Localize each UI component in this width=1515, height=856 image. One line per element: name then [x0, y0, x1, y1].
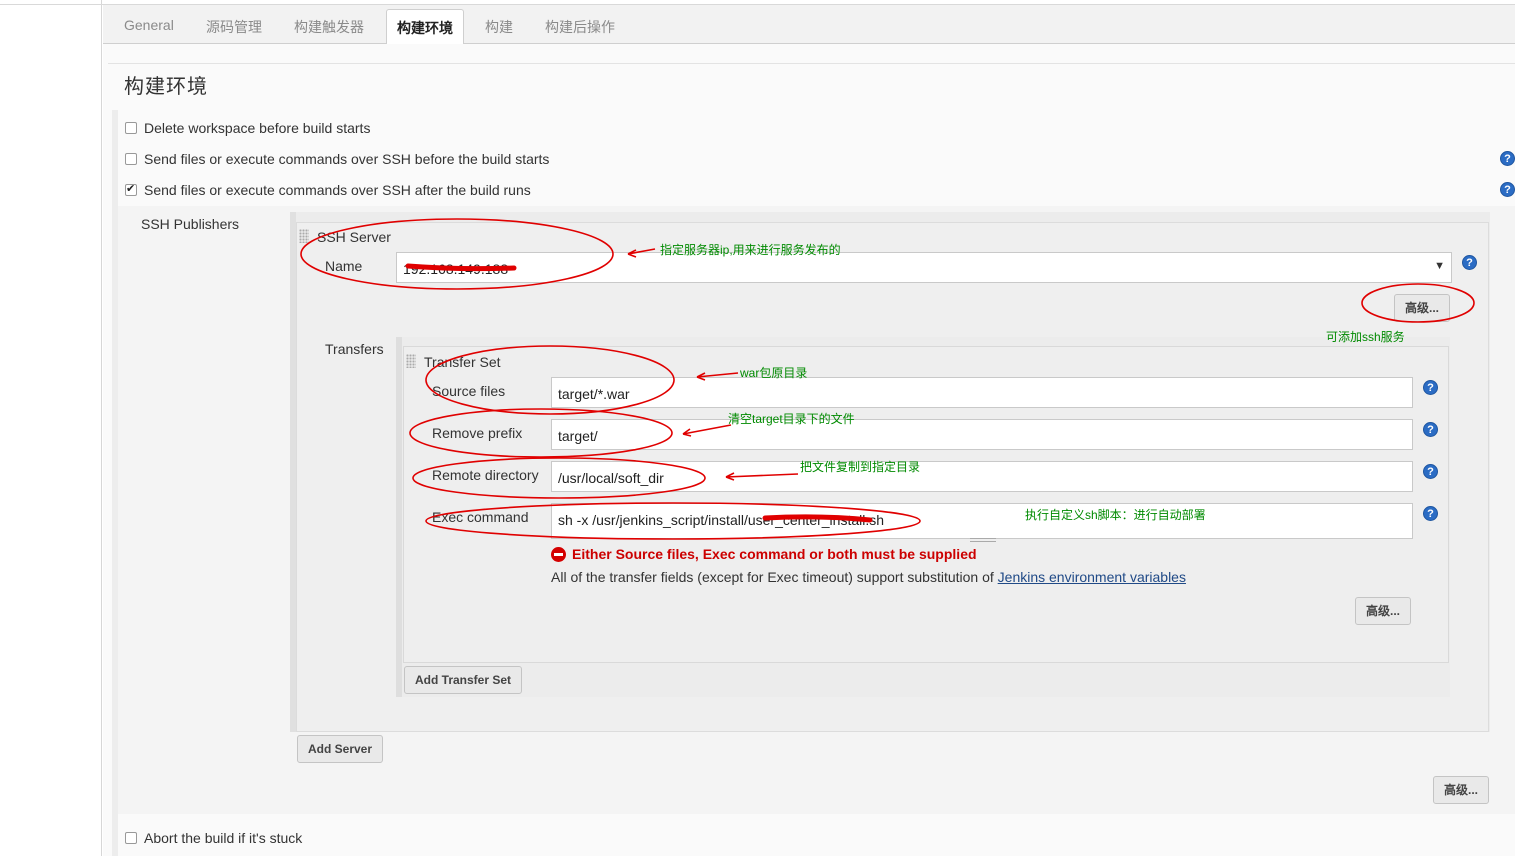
option-delete-workspace[interactable]: Delete workspace before build starts — [125, 120, 370, 136]
exec-command-help-icon[interactable]: ? — [1423, 506, 1438, 521]
remote-directory-help-icon[interactable]: ? — [1423, 464, 1438, 479]
ssh-server-heading: SSH Server — [317, 229, 391, 245]
remove-prefix-label: Remove prefix — [432, 425, 523, 441]
exec-command-textarea[interactable]: sh -x /usr/jenkins_script/install/user_c… — [551, 503, 1413, 539]
remove-prefix-help-icon[interactable]: ? — [1423, 422, 1438, 437]
annotation-clear-target: 清空target目录下的文件 — [728, 412, 855, 426]
annotation-exec-script: 执行自定义sh脚本：进行自动部署 — [1025, 508, 1206, 522]
validation-error-text: Either Source files, Exec command or bot… — [572, 546, 977, 562]
annotation-copy-dir: 把文件复制到指定目录 — [800, 460, 921, 474]
tab-build-environment[interactable]: 构建环境 — [386, 9, 464, 45]
server-name-select[interactable]: 192.168.149.188 ▼ — [396, 252, 1452, 283]
config-tabbar: General 源码管理 构建触发器 构建环境 构建 构建后操作 — [103, 5, 1515, 45]
option-abort-stuck[interactable]: Abort the build if it's stuck — [125, 830, 302, 846]
remote-directory-label: Remote directory — [432, 467, 539, 483]
ssh-after-checkbox[interactable] — [125, 182, 137, 196]
transfers-label: Transfers — [325, 341, 384, 357]
transfer-advanced-button[interactable]: 高级... — [1355, 597, 1412, 625]
exec-command-label: Exec command — [432, 509, 529, 525]
ssh-after-help-icon[interactable]: ? — [1500, 182, 1515, 197]
delete-workspace-label: Delete workspace before build starts — [144, 120, 371, 136]
add-server-button[interactable]: Add Server — [297, 735, 384, 763]
source-files-help-icon[interactable]: ? — [1423, 380, 1438, 395]
annotation-server: 指定服务器ip,用来进行服务发布的 — [660, 243, 841, 257]
chevron-down-icon: ▼ — [1434, 260, 1445, 272]
validation-error: Either Source files, Exec command or bot… — [551, 546, 977, 562]
transfer-set-drag-handle[interactable] — [406, 354, 416, 368]
source-files-input[interactable]: target/*.war — [551, 377, 1413, 408]
server-advanced-button[interactable]: 高级... — [1394, 294, 1451, 322]
option-ssh-after[interactable]: Send files or execute commands over SSH … — [125, 182, 531, 198]
ssh-before-label: Send files or execute commands over SSH … — [144, 151, 550, 167]
server-name-label: Name — [325, 258, 363, 274]
substitution-note: All of the transfer fields (except for E… — [551, 569, 1186, 585]
ssh-publishers-label: SSH Publishers — [141, 216, 240, 232]
annotation-war: war包原目录 — [740, 366, 808, 380]
transfer-set-heading: Transfer Set — [424, 354, 501, 370]
add-transfer-set-button[interactable]: Add Transfer Set — [404, 666, 523, 694]
abort-stuck-label: Abort the build if it's stuck — [144, 830, 303, 846]
substitution-note-text: All of the transfer fields (except for E… — [551, 569, 994, 585]
section-divider — [108, 63, 1515, 64]
tab-source-control[interactable]: 源码管理 — [206, 17, 262, 37]
env-variables-link[interactable]: Jenkins environment variables — [998, 569, 1186, 585]
remove-prefix-input[interactable]: target/ — [551, 419, 1413, 450]
ssh-server-drag-handle[interactable] — [299, 229, 309, 243]
publishers-advanced-button[interactable]: 高级... — [1433, 776, 1490, 804]
abort-stuck-checkbox[interactable] — [125, 832, 137, 844]
ssh-before-help-icon[interactable]: ? — [1500, 151, 1515, 166]
error-icon — [551, 547, 566, 562]
left-strip — [0, 0, 102, 856]
textarea-resize-handle[interactable] — [970, 538, 996, 542]
annotation-ssh-service: 可添加ssh服务 — [1326, 330, 1405, 344]
remote-directory-input[interactable]: /usr/local/soft_dir — [551, 461, 1413, 492]
ssh-after-label: Send files or execute commands over SSH … — [144, 182, 531, 198]
source-files-label: Source files — [432, 383, 506, 399]
tab-general[interactable]: General — [124, 17, 174, 33]
tab-post-build[interactable]: 构建后操作 — [545, 17, 615, 37]
section-title: 构建环境 — [124, 76, 208, 98]
server-name-help-icon[interactable]: ? — [1462, 255, 1477, 270]
option-ssh-before[interactable]: Send files or execute commands over SSH … — [125, 151, 549, 167]
tab-build-triggers[interactable]: 构建触发器 — [294, 17, 364, 37]
server-name-value: 192.168.149.188 — [403, 261, 509, 277]
ssh-before-checkbox[interactable] — [125, 153, 137, 165]
tab-build[interactable]: 构建 — [485, 17, 513, 37]
delete-workspace-checkbox[interactable] — [125, 122, 137, 134]
